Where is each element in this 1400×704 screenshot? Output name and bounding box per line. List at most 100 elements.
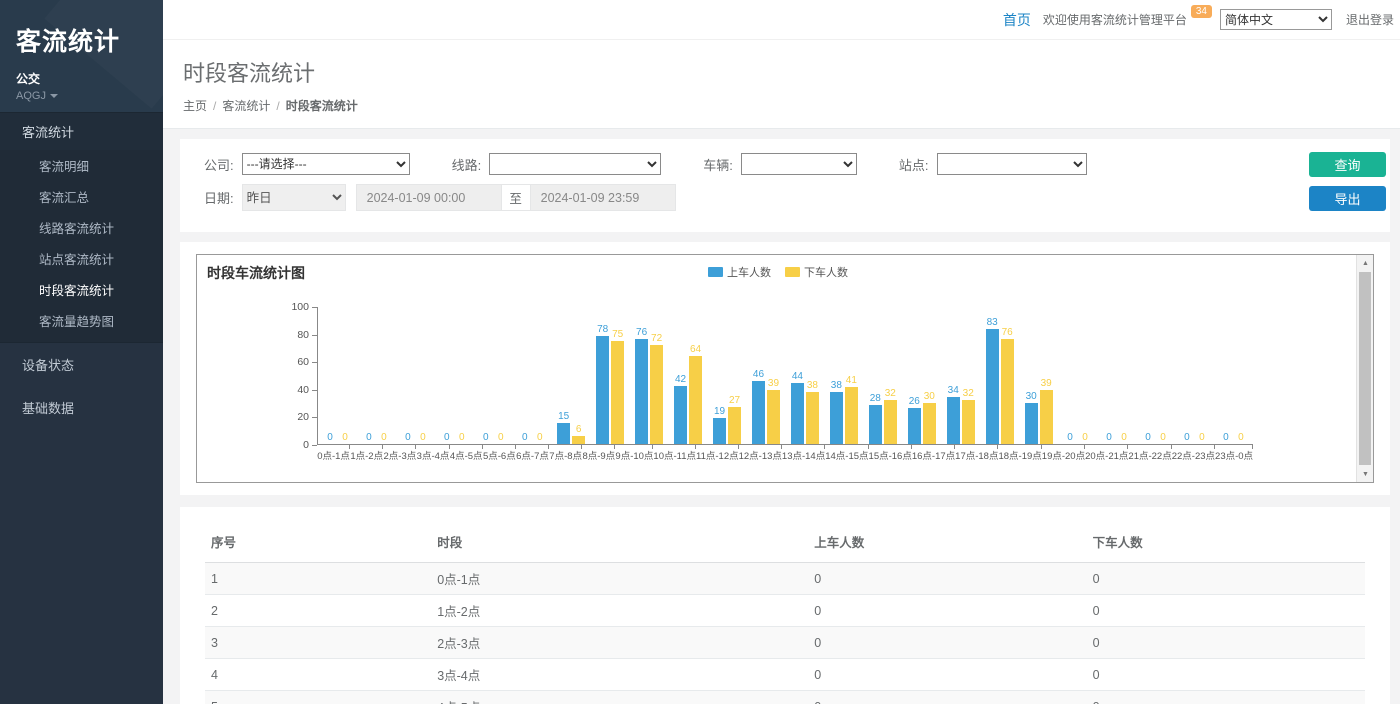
x-axis-label: 9点-10点 — [615, 448, 653, 462]
bar-value-label: 0 — [1223, 432, 1229, 443]
bar-value-label: 32 — [885, 388, 896, 399]
nav-section-passenger: 客流统计 客流明细 客流汇总 线路客流统计 站点客流统计 时段客流统计 客流量趋… — [0, 112, 163, 343]
table-column-header: 下车人数 — [1087, 523, 1365, 563]
date-from-input[interactable] — [356, 184, 502, 211]
chart-title: 时段车流统计图 — [207, 263, 305, 283]
sidebar-item-line-stats[interactable]: 线路客流统计 — [0, 212, 163, 243]
line-select[interactable] — [489, 153, 661, 175]
breadcrumb-home[interactable]: 主页 — [183, 99, 207, 113]
legend-swatch — [708, 267, 723, 277]
table-cell: 2 — [205, 595, 431, 627]
sidebar-item-passenger-summary[interactable]: 客流汇总 — [0, 181, 163, 212]
sidebar-item-passenger-stats[interactable]: 客流统计 — [0, 112, 163, 150]
alighting-bar — [1040, 390, 1053, 444]
welcome-text: 欢迎使用客流统计管理平台 — [1043, 11, 1187, 28]
scrollbar-thumb[interactable] — [1359, 272, 1371, 465]
language-select[interactable]: 简体中文 — [1220, 9, 1332, 30]
x-axis-label: 16点-17点 — [912, 448, 955, 462]
sidebar-item-trend-chart[interactable]: 客流量趋势图 — [0, 305, 163, 336]
action-buttons: 查询 导出 — [1309, 152, 1386, 211]
alighting-bar-column: 27 — [728, 395, 741, 444]
station-label: 站点: — [899, 155, 929, 174]
home-link[interactable]: 首页 — [1003, 10, 1031, 30]
boarding-bar-column: 26 — [908, 396, 921, 444]
bar-value-label: 0 — [366, 432, 372, 443]
date-to-input[interactable] — [530, 184, 676, 211]
alighting-bar-column: 0 — [416, 432, 429, 444]
boarding-bar-column: 0 — [1141, 432, 1154, 444]
x-axis-label: 10点-11点 — [653, 448, 696, 462]
table-cell: 0 — [808, 691, 1086, 704]
bar-value-label: 0 — [1106, 432, 1112, 443]
bar-value-label: 0 — [405, 432, 411, 443]
table-row: 43点-4点00 — [205, 659, 1365, 691]
chart-scrollbar[interactable]: ▲ ▼ — [1356, 255, 1373, 482]
scroll-down-arrow-icon[interactable]: ▼ — [1357, 466, 1374, 482]
bar-group: 00 — [435, 306, 474, 444]
scroll-up-arrow-icon[interactable]: ▲ — [1357, 255, 1374, 271]
boarding-bar-column: 38 — [830, 380, 843, 444]
company-select[interactable]: ---请选择--- — [242, 153, 410, 175]
station-select[interactable] — [937, 153, 1087, 175]
plot-region: 020406080100 000000000000156787576724264… — [197, 295, 1356, 482]
table-row: 21点-2点00 — [205, 595, 1365, 627]
bar-group: 00 — [1175, 306, 1214, 444]
table-column-header: 时段 — [431, 523, 808, 563]
sidebar-item-base-data[interactable]: 基础数据 — [0, 386, 163, 429]
sidebar-item-period-stats[interactable]: 时段客流统计 — [0, 274, 163, 305]
legend-item[interactable]: 上车人数 — [708, 264, 771, 280]
alighting-bar — [962, 400, 975, 444]
bar-value-label: 0 — [522, 432, 528, 443]
x-axis-label: 22点-23点 — [1172, 448, 1215, 462]
breadcrumb: 主页/客流统计/时段客流统计 — [183, 97, 1380, 114]
topbar: 首页 欢迎使用客流统计管理平台 34 简体中文 退出登录 — [163, 0, 1400, 40]
sidebar-item-station-stats[interactable]: 站点客流统计 — [0, 243, 163, 274]
bar-value-label: 76 — [1002, 327, 1013, 338]
boarding-bar-column: 78 — [596, 324, 609, 444]
boarding-bar — [830, 392, 843, 444]
alighting-bar-column: 30 — [923, 391, 936, 444]
bar-group: 2630 — [902, 306, 941, 444]
vehicle-select[interactable] — [741, 153, 857, 175]
chevron-down-icon — [50, 94, 58, 98]
export-button[interactable]: 导出 — [1309, 186, 1386, 211]
bar-value-label: 0 — [1145, 432, 1151, 443]
bar-value-label: 26 — [909, 396, 920, 407]
bar-group: 4639 — [746, 306, 785, 444]
sidebar-item-device-status[interactable]: 设备状态 — [0, 343, 163, 386]
alighting-bar-column: 0 — [494, 432, 507, 444]
x-axis-label: 17点-18点 — [955, 448, 998, 462]
legend-item[interactable]: 下车人数 — [785, 264, 848, 280]
date-preset-select[interactable]: 昨日 — [242, 184, 346, 211]
alighting-bar-column: 64 — [689, 344, 702, 444]
alighting-bar-column: 39 — [767, 378, 780, 444]
table-cell: 2点-3点 — [431, 627, 808, 659]
alighting-bar — [650, 345, 663, 444]
x-axis-label: 3点-4点 — [416, 448, 449, 462]
x-axis-label: 12点-13点 — [739, 448, 782, 462]
bar-group: 00 — [318, 306, 357, 444]
logout-link[interactable]: 退出登录 — [1346, 11, 1394, 28]
alighting-bar-column: 32 — [962, 388, 975, 444]
sidebar-nav: 客流统计 客流明细 客流汇总 线路客流统计 站点客流统计 时段客流统计 客流量趋… — [0, 112, 163, 429]
alighting-bar-column: 0 — [533, 432, 546, 444]
bar-value-label: 0 — [1082, 432, 1088, 443]
bar-value-label: 0 — [342, 432, 348, 443]
boarding-bar — [1025, 403, 1038, 444]
boarding-bar-column: 0 — [362, 432, 375, 444]
bar-value-label: 39 — [768, 378, 779, 389]
boarding-bar-column: 28 — [869, 393, 882, 444]
table-cell: 0 — [1087, 659, 1365, 691]
x-axis-label: 7点-8点 — [549, 448, 582, 462]
y-axis-label: 40 — [267, 384, 309, 396]
sidebar-item-passenger-detail[interactable]: 客流明细 — [0, 150, 163, 181]
boarding-bar — [791, 383, 804, 444]
org-code-dropdown[interactable]: AQGJ — [16, 90, 147, 102]
boarding-bar-column: 34 — [947, 385, 960, 444]
query-button[interactable]: 查询 — [1309, 152, 1386, 177]
bar-group: 00 — [513, 306, 552, 444]
vehicle-label: 车辆: — [703, 155, 733, 174]
breadcrumb-section[interactable]: 客流统计 — [222, 99, 270, 113]
vehicle-filter: 车辆: — [703, 153, 857, 175]
legend-label: 上车人数 — [727, 264, 771, 280]
